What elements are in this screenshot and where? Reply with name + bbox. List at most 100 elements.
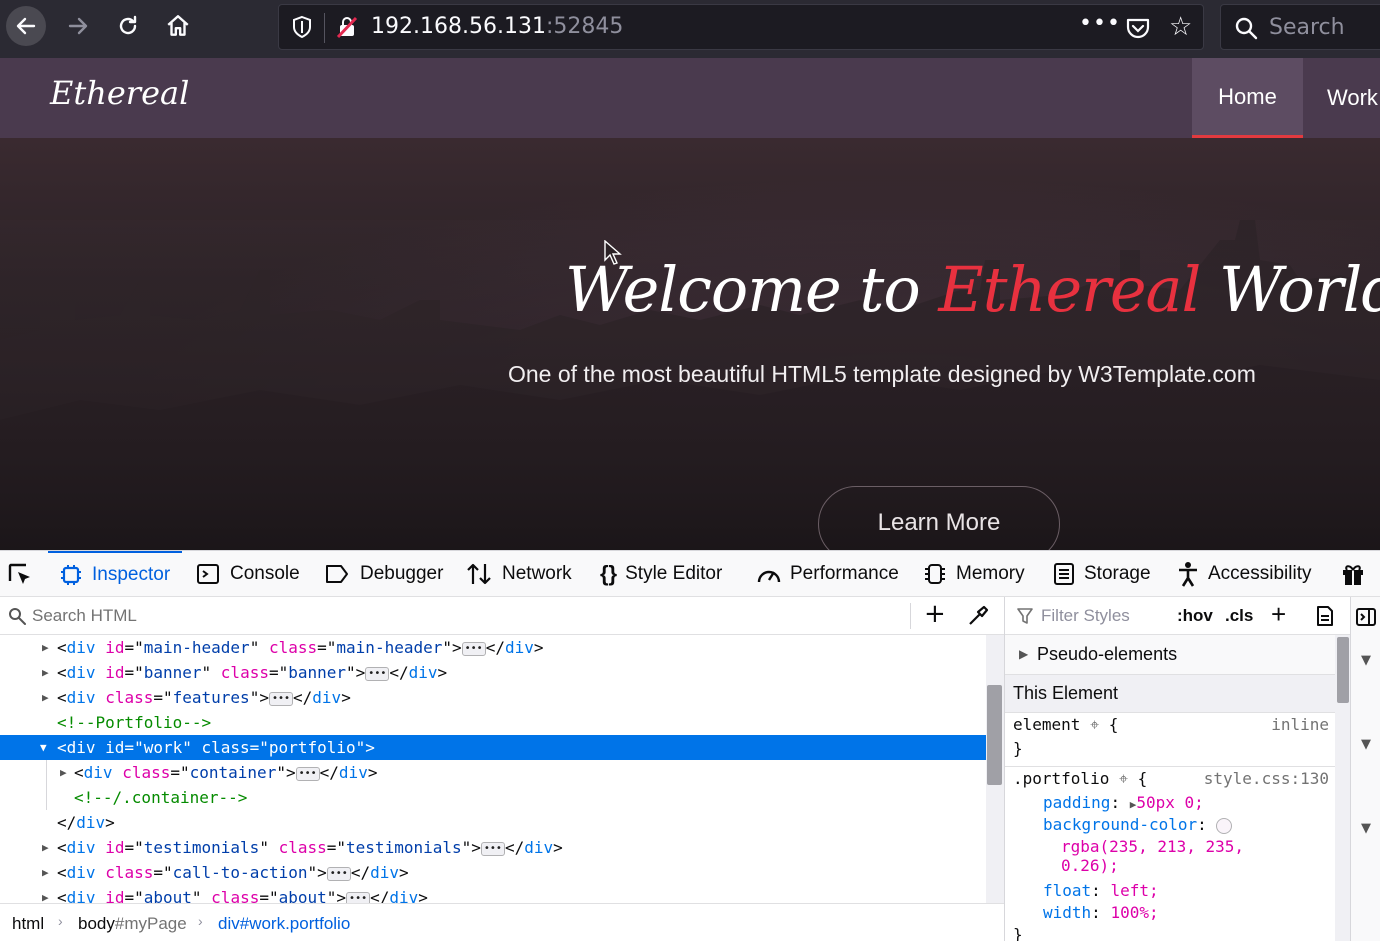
tab-whats-new[interactable]	[1340, 551, 1374, 597]
element-picker-icon[interactable]	[6, 561, 34, 589]
rule-close-brace: }	[1013, 925, 1023, 941]
tab-performance[interactable]: Performance	[756, 551, 899, 597]
crumb-hash: #myPage	[114, 914, 187, 933]
declaration-background-color[interactable]: background-color:	[1043, 815, 1233, 834]
url-host: 192.168.56.131	[371, 14, 546, 39]
class-toggle[interactable]: .cls	[1225, 606, 1253, 626]
rules-scrollbar[interactable]	[1335, 635, 1350, 941]
markup-node-container[interactable]: ▶ <div class="container"> ••• </div>	[0, 760, 986, 785]
tab-console[interactable]: Console	[196, 551, 300, 597]
filter-styles-input[interactable]: Filter Styles	[1041, 606, 1130, 626]
hover-state-toggle[interactable]: :hov	[1177, 606, 1213, 626]
collapsed-ellipsis-icon[interactable]: •••	[480, 841, 505, 856]
markup-comment-portfolio[interactable]: <!--Portfolio-->	[0, 710, 986, 735]
tab-accessibility[interactable]: Accessibility	[1176, 551, 1311, 597]
scrollbar-thumb[interactable]	[987, 685, 1002, 785]
hero-title: Welcome to Ethereal World	[565, 253, 1380, 326]
collapsed-ellipsis-icon[interactable]: •••	[268, 691, 294, 706]
markup-closing-div[interactable]: </div>	[0, 810, 986, 835]
accessibility-icon	[1179, 562, 1197, 587]
chevron-down-icon[interactable]: ▼	[1361, 821, 1371, 836]
expand-twisty-icon[interactable]: ▶	[1019, 647, 1028, 661]
pseudo-elements-section[interactable]: ▶ Pseudo-elements	[1005, 635, 1335, 675]
tab-memory[interactable]: Memory	[922, 551, 1025, 597]
markup-node-testimonials[interactable]: ▶ <div id="testimonials" class="testimon…	[0, 835, 986, 860]
tab-network[interactable]: Network	[466, 551, 572, 597]
markup-node-features[interactable]: ▶ <div class="features"> ••• </div>	[0, 685, 986, 710]
markup-node-work-selected[interactable]: ▼ <div id="work" class="portfolio">	[0, 735, 986, 760]
portfolio-rule[interactable]: .portfolio ⌖ { style.css:130 padding: ▶5…	[1005, 769, 1335, 941]
markup-node-about[interactable]: ▶ <div id="about" class="about"> ••• </div…	[0, 885, 986, 903]
breadcrumb-separator-icon: ›	[58, 913, 63, 929]
rule-source-link[interactable]: style.css:130	[1204, 769, 1329, 788]
expand-twisty-icon[interactable]: ▶	[42, 635, 49, 660]
add-rule-button[interactable]: +	[1271, 599, 1286, 630]
chevron-down-icon[interactable]: ▼	[1361, 653, 1371, 668]
nav-item-work[interactable]: Work	[1327, 58, 1378, 138]
print-media-icon[interactable]	[1315, 605, 1335, 627]
markup-node-banner[interactable]: ▶ <div id="banner" class="banner"> ••• </d…	[0, 660, 986, 685]
tab-accessibility-label: Accessibility	[1208, 563, 1312, 584]
tab-debugger[interactable]: Debugger	[324, 551, 443, 597]
property-value: 50px 0;	[1136, 793, 1204, 812]
collapsed-ellipsis-icon[interactable]: •••	[461, 641, 486, 656]
collapse-twisty-icon[interactable]: ▼	[40, 735, 47, 760]
hero-banner: Welcome to Ethereal World One of the mos…	[0, 138, 1380, 550]
expand-twisty-icon[interactable]: ▶	[42, 660, 49, 685]
markup-node-call-to-action[interactable]: ▶ <div class="call-to-action"> ••• </div>	[0, 860, 986, 885]
node-markup: <div class="container"> ••• </div>	[74, 763, 378, 782]
markup-scrollbar[interactable]	[986, 635, 1004, 903]
expand-twisty-icon[interactable]: ▶	[60, 760, 67, 785]
pocket-icon[interactable]	[1125, 15, 1151, 41]
page-actions-menu-icon[interactable]: •••	[1079, 11, 1121, 36]
breadcrumb-body[interactable]: body#myPage	[78, 914, 187, 934]
chevron-down-icon[interactable]: ▼	[1361, 737, 1371, 752]
home-icon	[167, 15, 189, 36]
crumb-name: body	[78, 914, 115, 933]
expand-twisty-icon[interactable]: ▶	[42, 860, 49, 885]
element-inline-rule[interactable]: element ⌖ { inline }	[1005, 713, 1335, 767]
collapsed-ellipsis-icon[interactable]: •••	[295, 766, 320, 781]
crosshair-icon[interactable]: ⌖	[1119, 769, 1128, 788]
color-swatch[interactable]	[1216, 817, 1233, 834]
expand-twisty-icon[interactable]: ▶	[42, 835, 49, 860]
tab-style-editor[interactable]: {} Style Editor	[600, 551, 722, 597]
declaration-padding[interactable]: padding: ▶50px 0;	[1043, 793, 1204, 812]
reload-button[interactable]	[108, 6, 148, 46]
search-bar[interactable]: Search	[1220, 4, 1380, 50]
url-text[interactable]: 192.168.56.131:52845	[371, 14, 623, 39]
site-logo[interactable]: Ethereal	[50, 74, 189, 112]
rule-source: inline	[1271, 715, 1329, 734]
learn-more-button[interactable]: Learn More	[818, 486, 1060, 550]
bookmark-star-icon[interactable]: ☆	[1169, 13, 1192, 41]
eyedropper-icon[interactable]	[967, 605, 989, 627]
add-node-button[interactable]: +	[924, 599, 946, 629]
home-button[interactable]	[158, 6, 198, 46]
tracking-shield-icon[interactable]	[291, 15, 313, 39]
collapsed-ellipsis-icon[interactable]: •••	[365, 666, 390, 681]
declaration-width[interactable]: width: 100%;	[1043, 903, 1159, 922]
tab-inspector[interactable]: Inspector	[48, 551, 183, 597]
scrollbar-thumb[interactable]	[1337, 637, 1349, 703]
expand-twisty-icon[interactable]: ▶	[42, 685, 49, 710]
url-bar[interactable]: 192.168.56.131:52845 ••• ☆	[278, 4, 1204, 50]
breadcrumb-html[interactable]: html	[12, 914, 44, 934]
crosshair-icon[interactable]: ⌖	[1090, 715, 1099, 734]
markup-comment-container[interactable]: <!--/.container-->	[0, 785, 986, 810]
search-html-input[interactable]: Search HTML	[32, 606, 137, 626]
selector-text: .portfolio	[1013, 769, 1110, 788]
breadcrumb-div-work[interactable]: div#work.portfolio	[218, 914, 350, 934]
back-button[interactable]	[6, 6, 46, 46]
nav-item-home[interactable]: Home	[1192, 58, 1303, 138]
collapsed-ellipsis-icon[interactable]: •••	[326, 866, 351, 881]
collapsed-ellipsis-icon[interactable]: •••	[346, 891, 371, 903]
markup-node-main-header[interactable]: ▶ <div id="main-header" class="main-head…	[0, 635, 986, 660]
markup-view[interactable]: ▶ <div id="main-header" class="main-head…	[0, 635, 986, 903]
tab-storage[interactable]: Storage	[1052, 551, 1151, 597]
expand-twisty-icon[interactable]: ▶	[42, 885, 49, 903]
insecure-lock-icon[interactable]	[335, 15, 359, 39]
forward-button[interactable]	[58, 6, 98, 46]
toggle-sidebar-icon[interactable]	[1355, 607, 1377, 627]
tab-inspector-label: Inspector	[92, 564, 171, 585]
declaration-float[interactable]: float: left;	[1043, 881, 1159, 900]
